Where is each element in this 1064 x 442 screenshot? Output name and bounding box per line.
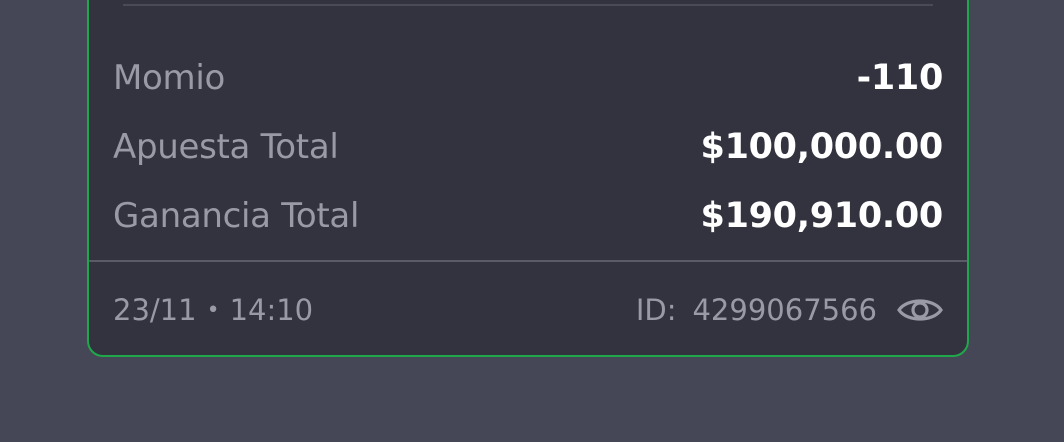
bet-card: Momio -110 Apuesta Total $100,000.00 Gan… (87, 0, 969, 357)
timestamp: 23/11 • 14:10 (113, 293, 313, 327)
total-stake-label: Apuesta Total (113, 127, 339, 167)
total-winnings-row: Ganancia Total $190,910.00 (113, 190, 943, 242)
date-text: 23/11 (113, 293, 197, 327)
id-value: 4299067566 (692, 293, 877, 327)
footer-divider (89, 260, 967, 262)
separator-bullet: • (206, 297, 220, 323)
eye-icon[interactable] (897, 295, 943, 325)
total-winnings-label: Ganancia Total (113, 196, 360, 236)
odds-label: Momio (113, 58, 226, 98)
odds-value: -110 (856, 58, 944, 98)
top-divider (123, 0, 933, 6)
bet-id: ID: 4299067566 (636, 293, 943, 327)
card-footer: 23/11 • 14:10 ID: 4299067566 (113, 285, 943, 335)
odds-row: Momio -110 (113, 52, 943, 104)
total-stake-row: Apuesta Total $100,000.00 (113, 121, 943, 173)
total-winnings-value: $190,910.00 (700, 196, 944, 236)
total-stake-value: $100,000.00 (700, 127, 944, 167)
id-label: ID: (635, 293, 677, 327)
time-text: 14:10 (229, 293, 314, 327)
